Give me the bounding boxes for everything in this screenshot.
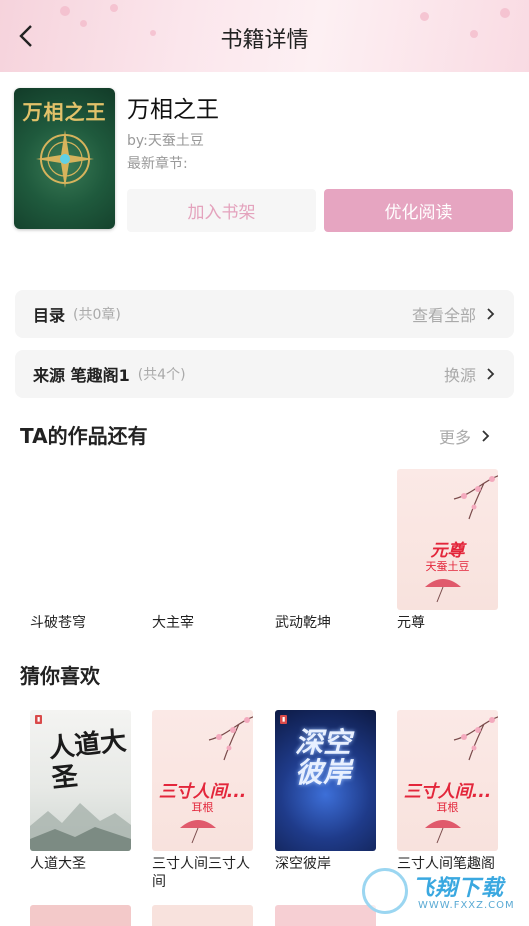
change-source-link[interactable]: 换源 <box>444 362 496 386</box>
umbrella-icon <box>425 579 461 603</box>
blossom-branch-icon <box>208 716 253 761</box>
watermark-url: WWW.FXXZ.COM <box>418 900 515 911</box>
author-book-item[interactable]: 斗破苍穹 <box>30 469 131 632</box>
book-name: 深空彼岸 <box>275 856 331 872</box>
more-link[interactable]: 更多 <box>439 424 491 448</box>
book-cover-partial[interactable] <box>275 905 376 926</box>
book-cover: 元尊 天蚕土豆 <box>397 469 498 610</box>
book-name: 武动乾坤 <box>275 615 331 631</box>
book-name: 元尊 <box>397 615 425 631</box>
watermark-logo-icon <box>362 868 408 914</box>
book-name: 三寸人间三寸人间 <box>152 856 250 890</box>
view-all-label: 查看全部 <box>411 306 476 325</box>
book-name: 人道大圣 <box>30 856 86 872</box>
book-cover <box>152 469 253 610</box>
cover-author: 耳根 <box>436 801 459 814</box>
umbrella-icon <box>425 820 461 844</box>
recommend-title: 猜你喜欢 <box>20 664 100 688</box>
author-book-item[interactable]: 武动乾坤 <box>275 469 376 632</box>
author-book-item[interactable]: 元尊 天蚕土豆 元尊 <box>397 469 498 632</box>
recommend-book-item[interactable]: ▮ 深空彼岸 深空彼岸 <box>275 710 376 873</box>
book-cover: 三寸人间... 耳根 <box>397 710 498 851</box>
book-name: 大主宰 <box>152 615 194 631</box>
change-source-label: 换源 <box>443 366 476 385</box>
add-to-shelf-button[interactable]: 加入书架 <box>127 189 316 232</box>
umbrella-icon <box>180 820 216 844</box>
book-cover: 万相之王 <box>14 88 115 229</box>
emblem-icon <box>36 130 94 188</box>
book-cover-partial[interactable] <box>152 905 253 926</box>
book-cover: ▮ 深空彼岸 <box>275 710 376 851</box>
cover-title: 人道大圣 <box>47 726 128 795</box>
recommend-book-item[interactable]: ▮ 人道大圣 人道大圣 <box>30 710 131 873</box>
book-author[interactable]: by:天蚕土豆 <box>127 130 204 150</box>
blossom-branch-icon <box>453 716 498 761</box>
source-label: 来源 笔趣阁1 <box>33 366 130 385</box>
blossom-branch-icon <box>453 475 498 520</box>
mountain-icon <box>30 803 131 851</box>
chevron-right-icon <box>482 430 490 442</box>
source-count: (共4个) <box>137 367 186 383</box>
book-cover-partial[interactable] <box>30 905 131 926</box>
source-row[interactable]: 来源 笔趣阁1 (共4个) 换源 <box>15 350 514 398</box>
book-cover: ▮ 人道大圣 <box>30 710 131 851</box>
watermark-text: 飞翔下载 <box>412 876 505 901</box>
view-all-link[interactable]: 查看全部 <box>412 302 496 326</box>
author-book-item[interactable]: 大主宰 <box>152 469 253 632</box>
app-header: 书籍详情 <box>0 0 529 72</box>
page-title: 书籍详情 <box>220 28 309 53</box>
read-button[interactable]: 优化阅读 <box>324 189 513 232</box>
recommend-book-item[interactable]: 三寸人间... 耳根 三寸人间笔趣阁 <box>397 710 498 873</box>
chevron-right-icon <box>487 308 495 320</box>
book-title: 万相之王 <box>127 97 219 123</box>
author-works-title: TA的作品还有 <box>20 424 148 448</box>
catalog-count: (共0章) <box>73 307 121 323</box>
cover-author: 耳根 <box>191 801 214 814</box>
cover-author: 天蚕土豆 <box>425 560 470 573</box>
book-cover <box>30 469 131 610</box>
book-name: 斗破苍穹 <box>30 615 86 631</box>
cover-title: 深空彼岸 <box>295 726 352 789</box>
latest-chapter[interactable]: 最新章节: <box>127 153 188 173</box>
recommend-book-item[interactable]: 三寸人间... 耳根 三寸人间三寸人间 <box>152 710 253 891</box>
publisher-badge: ▮ <box>280 715 288 724</box>
cover-title: 万相之王 <box>22 100 107 124</box>
catalog-label: 目录 <box>33 306 66 325</box>
site-watermark: 飞翔下载 WWW.FXXZ.COM <box>362 866 522 922</box>
publisher-badge: ▮ <box>35 715 43 724</box>
book-cover: 三寸人间... 耳根 <box>152 710 253 851</box>
catalog-row[interactable]: 目录 (共0章) 查看全部 <box>15 290 514 338</box>
book-cover <box>275 469 376 610</box>
more-label: 更多 <box>438 428 471 447</box>
chevron-right-icon <box>487 368 495 380</box>
